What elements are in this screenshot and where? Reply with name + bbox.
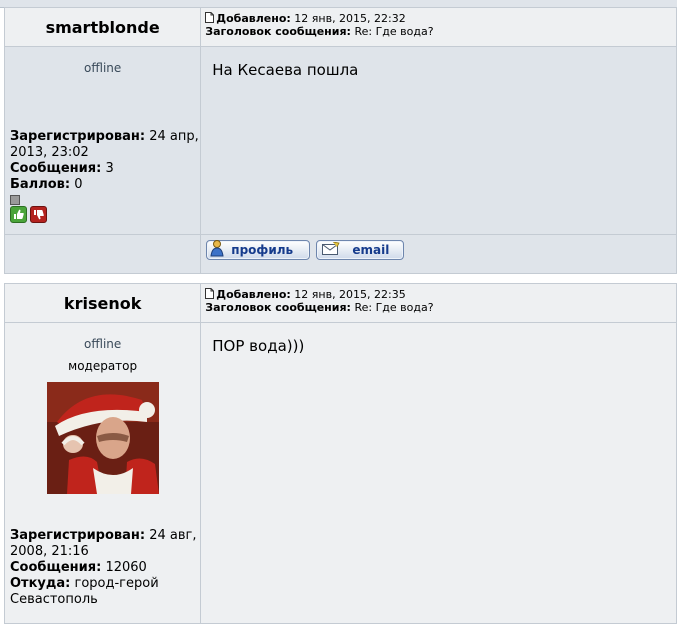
- post-body-row: offline модератор Зарегистрирован: 24 ав…: [3, 322, 677, 624]
- added-label: Добавлено:: [216, 12, 291, 25]
- author-name-cell: krisenok: [3, 283, 202, 323]
- vote-buttons: [10, 206, 200, 223]
- post-icon[interactable]: [205, 12, 215, 23]
- location-line: Откуда: город-герой: [10, 576, 200, 592]
- profile-button-label: профиль: [231, 243, 294, 257]
- post-header-row: smartblonde Добавлено: 12 янв, 2015, 22:…: [3, 7, 677, 47]
- points-label: Баллов:: [10, 177, 71, 192]
- post-subject: Re: Где вода?: [354, 301, 434, 314]
- author-info: Зарегистрирован: 24 апр, 2013, 23:02 Соо…: [5, 129, 200, 223]
- profile-icon: [210, 240, 224, 257]
- author-profile-cell: offline модератор Зарегистрирован: 24 ав…: [3, 322, 202, 624]
- avatar-image: [46, 382, 159, 494]
- registered-date-part1: 24 авг,: [149, 528, 197, 543]
- online-status: offline: [84, 61, 122, 75]
- post-date-line: Добавлено: 12 янв, 2015, 22:32: [205, 12, 676, 25]
- messages-count: 12060: [105, 560, 147, 575]
- author-name-cell: smartblonde: [3, 7, 202, 47]
- location-part1: город-герой: [74, 576, 159, 591]
- post-footer-actions: профиль email: [200, 234, 677, 274]
- author-info: Зарегистрирован: 24 авг, 2008, 21:16 Соо…: [5, 528, 200, 608]
- posts-table: smartblonde Добавлено: 12 янв, 2015, 22:…: [3, 7, 677, 624]
- post-meta-cell: Добавлено: 12 янв, 2015, 22:35 Заголовок…: [200, 283, 677, 323]
- subject-label: Заголовок сообщения:: [205, 25, 351, 38]
- points-line: Баллов: 0: [10, 177, 200, 193]
- location-part2: Севастополь: [10, 592, 98, 607]
- email-button[interactable]: email: [316, 240, 405, 260]
- post-separator: [4, 273, 677, 284]
- subject-label: Заголовок сообщения:: [205, 301, 351, 314]
- registered-date-part2: 2013, 23:02: [10, 145, 89, 160]
- messages-line: Сообщения: 3: [10, 161, 200, 177]
- post-content-cell: На Кесаева пошла: [200, 46, 677, 235]
- post-subject: Re: Где вода?: [354, 25, 434, 38]
- post-subject-line: Заголовок сообщения: Re: Где вода?: [205, 25, 676, 38]
- messages-label: Сообщения:: [10, 560, 102, 575]
- post-body: ПОР вода))): [212, 337, 305, 355]
- post-date: 12 янв, 2015, 22:35: [294, 288, 406, 301]
- post-meta-cell: Добавлено: 12 янв, 2015, 22:32 Заголовок…: [200, 7, 677, 47]
- user-rank: модератор: [68, 359, 138, 373]
- status-indicator-row: [10, 194, 200, 205]
- post-footer-left: [3, 234, 202, 274]
- author-profile-cell: offline Зарегистрирован: 24 апр, 2013, 2…: [3, 46, 202, 235]
- author-name[interactable]: smartblonde: [46, 18, 160, 37]
- thumbs-up-icon[interactable]: [10, 206, 27, 223]
- post-date-line: Добавлено: 12 янв, 2015, 22:35: [205, 288, 676, 301]
- messages-line: Сообщения: 12060: [10, 560, 200, 576]
- post-body-row: offline Зарегистрирован: 24 апр, 2013, 2…: [3, 46, 677, 235]
- online-status: offline: [84, 337, 122, 351]
- registered-line: Зарегистрирован: 24 авг,: [10, 528, 200, 544]
- post-body: На Кесаева пошла: [212, 61, 359, 79]
- email-icon: [322, 242, 340, 255]
- post-footer-row: профиль email: [3, 234, 677, 274]
- email-button-label: email: [352, 243, 390, 257]
- post-subject-line: Заголовок сообщения: Re: Где вода?: [205, 301, 676, 314]
- post-header-row: krisenok Добавлено: 12 янв, 2015, 22:35 …: [3, 283, 677, 323]
- status-indicator-icon: [10, 195, 20, 205]
- thumbs-down-icon[interactable]: [30, 206, 47, 223]
- post-date: 12 янв, 2015, 22:32: [294, 12, 406, 25]
- messages-label: Сообщения:: [10, 161, 102, 176]
- registered-date-part2: 2008, 21:16: [10, 544, 89, 559]
- avatar[interactable]: [5, 382, 200, 498]
- location-label: Откуда:: [10, 576, 71, 591]
- messages-count: 3: [105, 161, 114, 176]
- added-label: Добавлено:: [216, 288, 291, 301]
- points-count: 0: [74, 177, 83, 192]
- registered-label: Зарегистрирован:: [10, 129, 146, 144]
- registered-date-part1: 24 апр,: [149, 129, 199, 144]
- registered-label: Зарегистрирован:: [10, 528, 146, 543]
- post-content-cell: ПОР вода))): [200, 322, 677, 624]
- post-icon[interactable]: [205, 288, 215, 299]
- author-name[interactable]: krisenok: [64, 294, 141, 313]
- registered-line: Зарегистрирован: 24 апр,: [10, 129, 200, 145]
- profile-button[interactable]: профиль: [206, 240, 311, 260]
